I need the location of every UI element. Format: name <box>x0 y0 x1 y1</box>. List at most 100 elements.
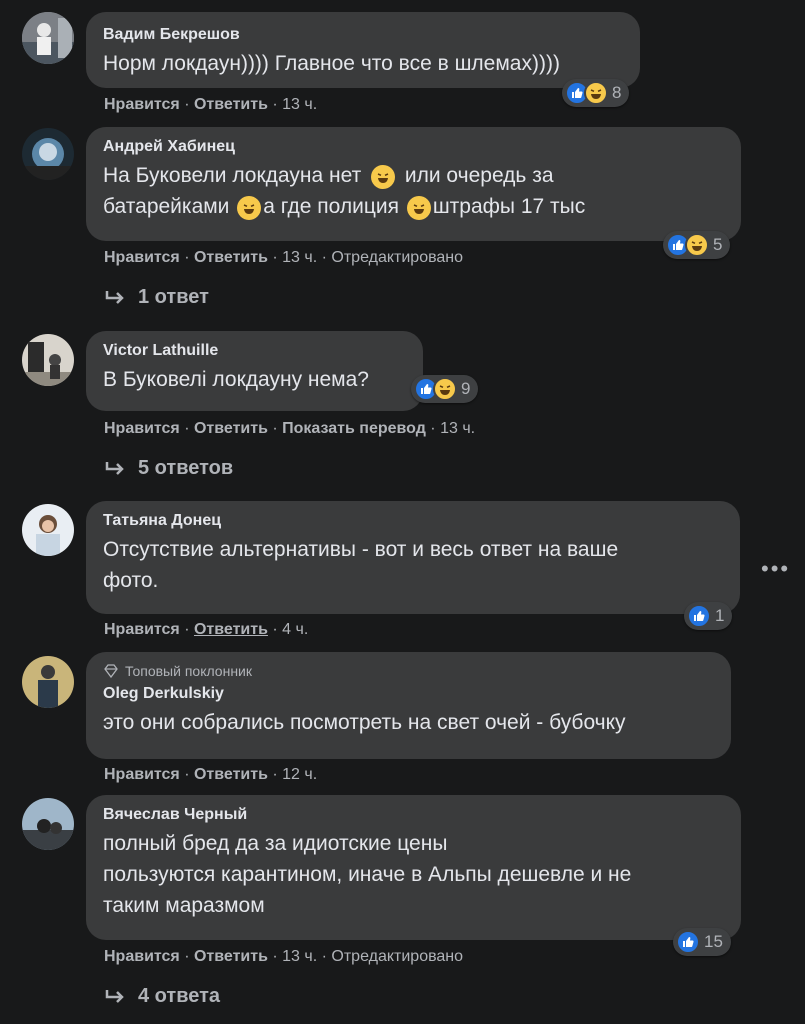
text-line: пользуются карантином, иначе в Альпы деш… <box>103 863 632 886</box>
like-button[interactable]: Нравится <box>104 948 180 965</box>
text-line: полный бред да за идиотские цены <box>103 832 448 855</box>
avatar[interactable] <box>22 656 74 708</box>
avatar[interactable] <box>22 12 74 64</box>
reply-button[interactable]: Ответить <box>194 621 268 638</box>
comment-bubble: Victor Lathuille В Буковелі локдауну нем… <box>86 331 423 411</box>
avatar[interactable] <box>22 798 74 850</box>
edited-label[interactable]: Отредактировано <box>331 249 463 266</box>
replies-count[interactable]: 5 ответов <box>138 457 233 480</box>
view-replies-link[interactable]: 5 ответов <box>104 457 233 480</box>
laughing-emoji-icon <box>237 196 262 220</box>
view-replies-link[interactable]: 1 ответ <box>104 286 209 309</box>
timestamp[interactable]: 13 ч. <box>282 249 317 266</box>
reply-button[interactable]: Ответить <box>194 766 268 783</box>
timestamp[interactable]: 4 ч. <box>282 621 308 638</box>
reaction-summary[interactable]: 1 <box>684 602 733 630</box>
reaction-summary[interactable]: 5 <box>663 231 731 259</box>
comment-actions: Нравится · Ответить · 13 ч. · Отредактир… <box>104 948 463 966</box>
timestamp[interactable]: 12 ч. <box>282 766 317 783</box>
text-line: а где полиция <box>263 195 399 218</box>
haha-icon <box>584 81 608 105</box>
separator: · <box>179 420 194 437</box>
reply-arrow-icon <box>104 988 126 1006</box>
comment-bubble: Вячеслав Черный полный бред да за идиотс… <box>86 795 741 940</box>
reply-button[interactable]: Ответить <box>194 948 268 965</box>
edited-label[interactable]: Отредактировано <box>331 948 463 965</box>
reaction-summary[interactable]: 8 <box>562 79 630 107</box>
comment-author[interactable]: Татьяна Донец <box>103 512 724 530</box>
text-line: Отсутствие альтернативы - вот и весь отв… <box>103 538 619 561</box>
comment-text: Норм локдаун)))) Главное что все в шлема… <box>103 52 560 75</box>
timestamp[interactable]: 13 ч. <box>440 420 475 437</box>
separator: · <box>179 621 194 638</box>
like-button[interactable]: Нравится <box>104 621 180 638</box>
reaction-count: 8 <box>612 83 622 102</box>
reaction-summary[interactable]: 9 <box>411 375 479 403</box>
comment-actions: Нравится · Ответить · 12 ч. <box>104 766 317 784</box>
separator: · <box>317 948 332 965</box>
timestamp[interactable]: 13 ч. <box>282 948 317 965</box>
haha-icon <box>433 377 457 401</box>
comment-actions: Нравится · Ответить · Показать перевод ·… <box>104 420 475 438</box>
separator: · <box>179 766 194 783</box>
reply-arrow-icon <box>104 289 126 307</box>
comment-text: На Буковели локдауна нет или очередь за … <box>103 160 725 222</box>
comment-bubble: Топовый поклонник Oleg Derkulskiy это он… <box>86 652 731 759</box>
reaction-count: 15 <box>704 932 723 951</box>
more-options-icon[interactable]: ••• <box>761 556 790 582</box>
text-line: батарейками <box>103 195 230 218</box>
separator: · <box>317 249 332 266</box>
like-icon <box>687 604 711 628</box>
separator: · <box>179 948 194 965</box>
text-line: фото. <box>103 569 159 592</box>
comment-author[interactable]: Андрей Хабинец <box>103 138 725 156</box>
avatar[interactable] <box>22 128 74 180</box>
comment-author[interactable]: Oleg Derkulskiy <box>103 685 715 703</box>
laughing-emoji-icon <box>371 165 396 189</box>
comment-author[interactable]: Вячеслав Черный <box>103 806 725 824</box>
text-line: или очередь за <box>404 164 554 187</box>
separator: · <box>179 249 194 266</box>
reply-button[interactable]: Ответить <box>194 420 268 437</box>
comment-actions: Нравится · Ответить · 13 ч. <box>104 96 317 114</box>
comment-bubble: Вадим Бекрешов Норм локдаун)))) Главное … <box>86 12 640 88</box>
reaction-count: 9 <box>461 379 471 398</box>
separator: · <box>267 96 283 113</box>
top-fan-badge: Топовый поклонник <box>103 663 715 679</box>
comment-text: это они собрались посмотреть на свет оче… <box>103 711 626 734</box>
comment-text: В Буковелі локдауну нема? <box>103 368 369 391</box>
replies-count[interactable]: 4 ответа <box>138 985 220 1008</box>
comment-author[interactable]: Вадим Бекрешов <box>103 26 624 44</box>
separator: · <box>179 96 194 113</box>
comment-text: Отсутствие альтернативы - вот и весь отв… <box>103 534 724 596</box>
timestamp[interactable]: 13 ч. <box>282 96 317 113</box>
comment-text: полный бред да за идиотские цены пользую… <box>103 828 725 921</box>
like-button[interactable]: Нравится <box>104 249 180 266</box>
separator: · <box>267 420 283 437</box>
text-line: На Буковели локдауна нет <box>103 164 362 187</box>
badge-label: Топовый поклонник <box>125 663 252 679</box>
diamond-icon <box>103 664 119 678</box>
comment-bubble: Андрей Хабинец На Буковели локдауна нет … <box>86 127 741 241</box>
like-button[interactable]: Нравится <box>104 420 180 437</box>
translate-button[interactable]: Показать перевод <box>282 420 426 437</box>
replies-count[interactable]: 1 ответ <box>138 286 209 309</box>
comment-bubble: Татьяна Донец Отсутствие альтернативы - … <box>86 501 740 614</box>
separator: · <box>267 766 283 783</box>
reply-button[interactable]: Ответить <box>194 249 268 266</box>
separator: · <box>267 621 283 638</box>
avatar[interactable] <box>22 504 74 556</box>
reply-button[interactable]: Ответить <box>194 96 268 113</box>
comment-author[interactable]: Victor Lathuille <box>103 342 407 360</box>
reaction-summary[interactable]: 15 <box>673 928 731 956</box>
text-line: штрафы 17 тыс <box>432 195 586 218</box>
like-button[interactable]: Нравится <box>104 766 180 783</box>
reply-arrow-icon <box>104 460 126 478</box>
laughing-emoji-icon <box>406 196 431 220</box>
like-button[interactable]: Нравится <box>104 96 180 113</box>
separator: · <box>425 420 441 437</box>
view-replies-link[interactable]: 4 ответа <box>104 985 220 1008</box>
avatar[interactable] <box>22 334 74 386</box>
comment-actions: Нравится · Ответить · 4 ч. <box>104 621 308 639</box>
reaction-count: 1 <box>715 606 725 625</box>
